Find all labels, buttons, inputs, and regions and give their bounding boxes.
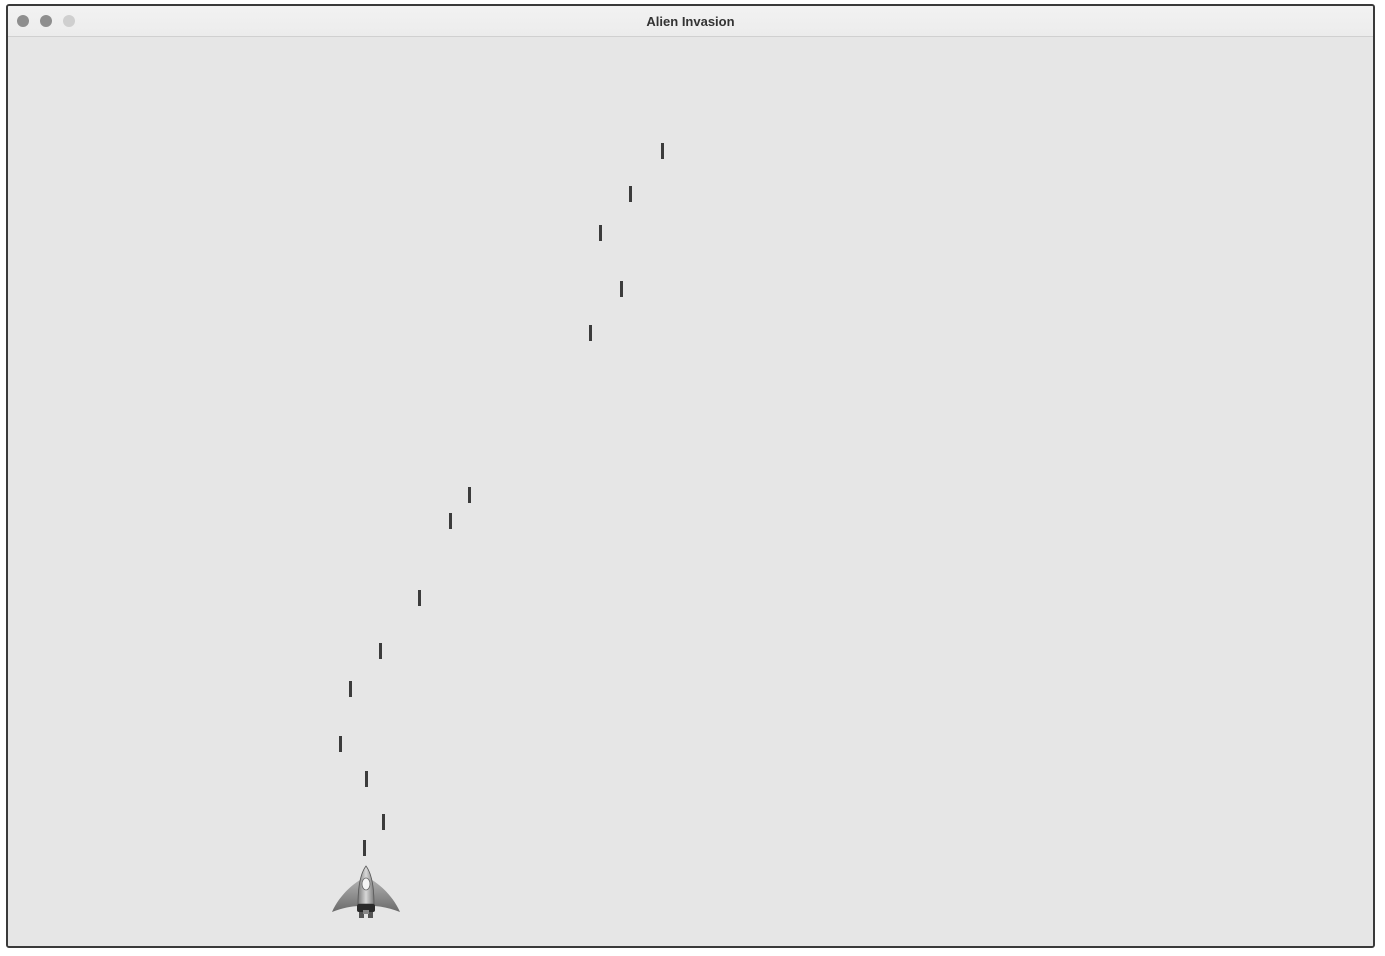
game-window: Alien Invasion — [6, 4, 1375, 948]
bullet — [349, 681, 352, 697]
bullet — [339, 736, 342, 752]
bullet — [589, 325, 592, 341]
bullet — [599, 225, 602, 241]
bullet — [365, 771, 368, 787]
window-title: Alien Invasion — [646, 14, 735, 29]
game-screen[interactable] — [8, 37, 1373, 946]
bullet — [661, 143, 664, 159]
title-bar[interactable]: Alien Invasion — [8, 6, 1373, 37]
bullet — [363, 840, 366, 856]
spaceship-icon — [332, 865, 400, 918]
bullet — [449, 513, 452, 529]
bullet — [620, 281, 623, 297]
bullet — [468, 487, 471, 503]
bullet — [629, 186, 632, 202]
bullet — [418, 590, 421, 606]
bullet — [382, 814, 385, 830]
bullet — [379, 643, 382, 659]
